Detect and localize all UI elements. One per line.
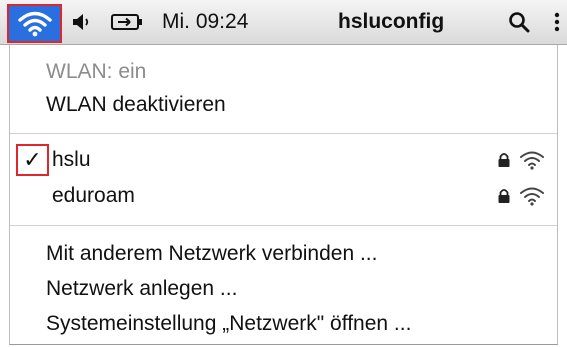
lock-icon bbox=[498, 153, 510, 167]
join-other-network-item[interactable]: Mit anderem Netzwerk verbinden ... bbox=[10, 237, 557, 271]
wifi-toggle-label: WLAN deaktivieren bbox=[46, 93, 226, 116]
connected-checkmark: ✓ bbox=[16, 144, 49, 176]
menubar: Mi. 09:24 hsluconfig bbox=[0, 0, 567, 45]
user-menu[interactable]: hsluconfig bbox=[338, 0, 444, 44]
wifi-status-menu[interactable] bbox=[7, 4, 62, 43]
wifi-status-row: WLAN: ein bbox=[10, 55, 557, 89]
search-icon bbox=[509, 12, 530, 33]
battery-icon bbox=[111, 14, 142, 30]
wifi-status-label: WLAN: ein bbox=[46, 60, 147, 83]
wifi-dropdown-menu: WLAN: ein WLAN deaktivieren ✓ hslu eduro… bbox=[9, 45, 558, 345]
wifi-signal-icon bbox=[520, 151, 544, 170]
open-network-preferences-label: Systemeinstellung „Netzwerk" öffnen ... bbox=[46, 312, 412, 335]
create-network-label: Netzwerk anlegen ... bbox=[46, 277, 238, 300]
menu-separator bbox=[10, 225, 557, 226]
wifi-icon bbox=[17, 11, 52, 36]
network-icons bbox=[497, 150, 545, 170]
clock[interactable]: Mi. 09:24 bbox=[162, 0, 248, 44]
open-network-preferences-item[interactable]: Systemeinstellung „Netzwerk" öffnen ... bbox=[10, 307, 557, 341]
network-icons bbox=[497, 186, 545, 206]
join-other-network-label: Mit anderem Netzwerk verbinden ... bbox=[46, 242, 378, 265]
list-icon bbox=[554, 12, 560, 32]
battery-menu[interactable] bbox=[110, 0, 144, 44]
wifi-signal-icon bbox=[520, 187, 544, 206]
volume-menu[interactable] bbox=[70, 0, 92, 44]
spotlight-button[interactable] bbox=[507, 0, 531, 44]
network-name: eduroam bbox=[52, 184, 135, 207]
network-item-hslu[interactable]: ✓ hslu bbox=[10, 143, 557, 177]
menu-separator bbox=[10, 133, 557, 134]
wifi-toggle-item[interactable]: WLAN deaktivieren bbox=[10, 88, 557, 122]
create-network-item[interactable]: Netzwerk anlegen ... bbox=[10, 272, 557, 306]
notification-center-button[interactable] bbox=[551, 0, 563, 44]
network-name: hslu bbox=[52, 148, 91, 171]
lock-icon bbox=[498, 189, 510, 203]
network-item-eduroam[interactable]: eduroam bbox=[10, 179, 557, 213]
speaker-icon bbox=[73, 14, 89, 30]
